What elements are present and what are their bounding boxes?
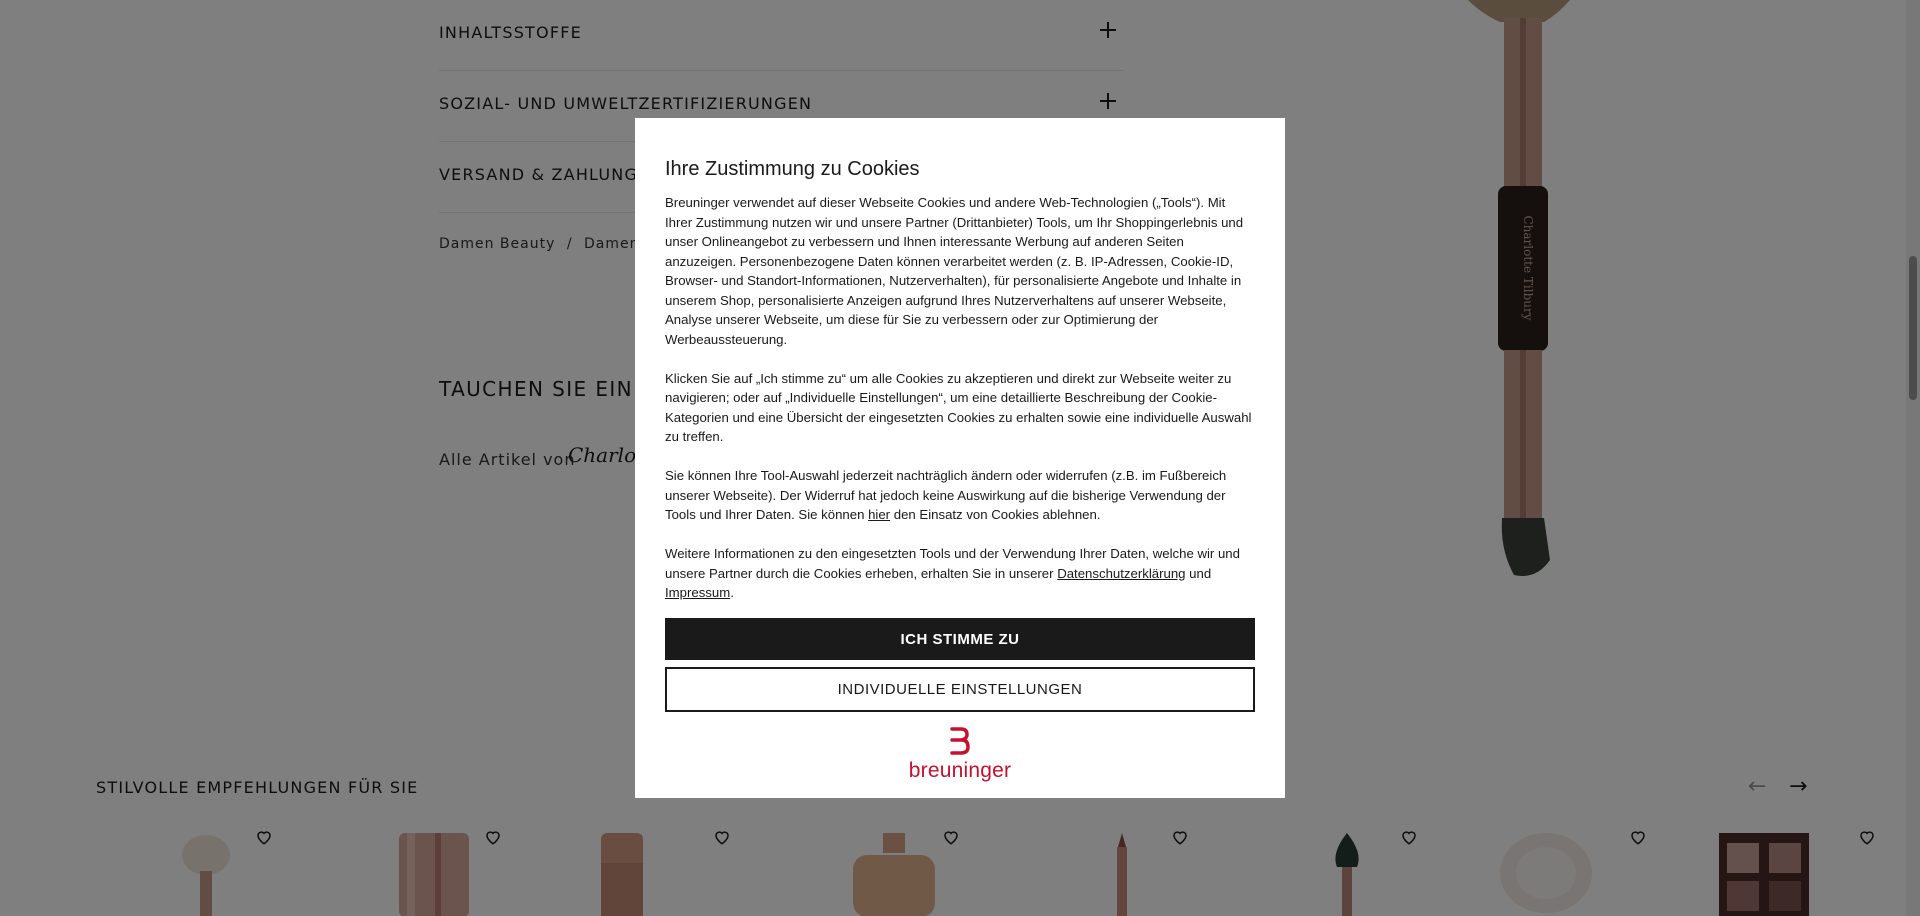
scrollbar-backdrop xyxy=(1906,0,1920,916)
logo-wordmark: breuninger xyxy=(908,759,1012,782)
cookie-consent-dialog: Ihre Zustimmung zu Cookies Breuninger ve… xyxy=(635,118,1285,798)
accept-all-button[interactable]: ICH STIMME ZU xyxy=(665,618,1255,660)
consent-paragraph: Weitere Informationen zu den eingesetzte… xyxy=(665,546,1240,600)
consent-paragraph: Breuninger verwendet auf dieser Webseite… xyxy=(665,195,1244,347)
consent-paragraph: Klicken Sie auf „Ich stimme zu“ um alle … xyxy=(665,370,1252,445)
breuninger-b-icon xyxy=(950,727,970,755)
consent-paragraph: Sie können Ihre Tool-Auswahl jederzeit n… xyxy=(665,468,1227,522)
dialog-title: Ihre Zustimmung zu Cookies xyxy=(665,158,920,180)
reject-cookies-link[interactable]: hier xyxy=(868,507,890,522)
privacy-policy-link[interactable]: Datenschutzerklärung xyxy=(1057,566,1185,581)
imprint-link[interactable]: Impressum xyxy=(665,585,730,600)
individual-settings-button[interactable]: INDIVIDUELLE EINSTELLUNGEN xyxy=(665,667,1255,712)
breuninger-logo: breuninger xyxy=(905,726,1015,788)
